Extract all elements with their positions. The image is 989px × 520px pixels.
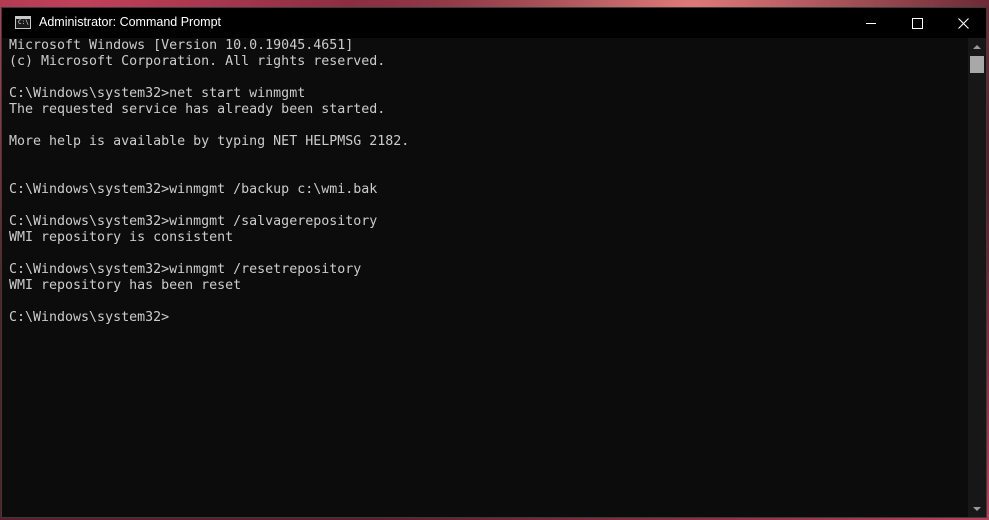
scroll-up-button[interactable] — [968, 38, 986, 55]
maximize-button[interactable] — [894, 8, 940, 38]
console-line: Microsoft Windows [Version 10.0.19045.46… — [9, 38, 354, 53]
command-prompt-window[interactable]: C:\ Administrator: Command Prompt Micros… — [1, 7, 987, 518]
close-icon — [957, 17, 969, 29]
console-line: C:\Windows\system32>net start winmgmt — [9, 86, 306, 101]
console-line: More help is available by typing NET HEL… — [9, 134, 410, 149]
scroll-thumb[interactable] — [970, 56, 984, 73]
console-line: (c) Microsoft Corporation. All rights re… — [9, 54, 386, 69]
console-output[interactable]: Microsoft Windows [Version 10.0.19045.46… — [2, 38, 968, 517]
console-line: The requested service has already been s… — [9, 102, 386, 117]
arrow-up-icon — [973, 44, 981, 49]
vertical-scrollbar[interactable] — [968, 38, 986, 517]
scroll-down-button[interactable] — [968, 500, 986, 517]
close-button[interactable] — [940, 8, 986, 38]
arrow-down-icon — [973, 506, 981, 511]
window-title: Administrator: Command Prompt — [39, 15, 222, 29]
maximize-icon — [911, 17, 923, 29]
cmd-icon[interactable]: C:\ — [15, 16, 31, 29]
console-line: C:\Windows\system32>winmgmt /resetreposi… — [9, 262, 362, 277]
console-line: C:\Windows\system32>winmgmt /salvagerepo… — [9, 214, 378, 229]
minimize-button[interactable] — [848, 8, 894, 38]
cmd-icon-text: C:\ — [18, 19, 29, 26]
console-line: C:\Windows\system32> — [9, 310, 170, 325]
console-text: Microsoft Windows [Version 10.0.19045.46… — [2, 38, 968, 326]
minimize-icon — [866, 22, 876, 24]
title-bar[interactable]: C:\ Administrator: Command Prompt — [2, 8, 986, 38]
console-line: WMI repository is consistent — [9, 230, 234, 245]
console-line: C:\Windows\system32>winmgmt /backup c:\w… — [9, 182, 378, 197]
console-line: WMI repository has been reset — [9, 278, 242, 293]
